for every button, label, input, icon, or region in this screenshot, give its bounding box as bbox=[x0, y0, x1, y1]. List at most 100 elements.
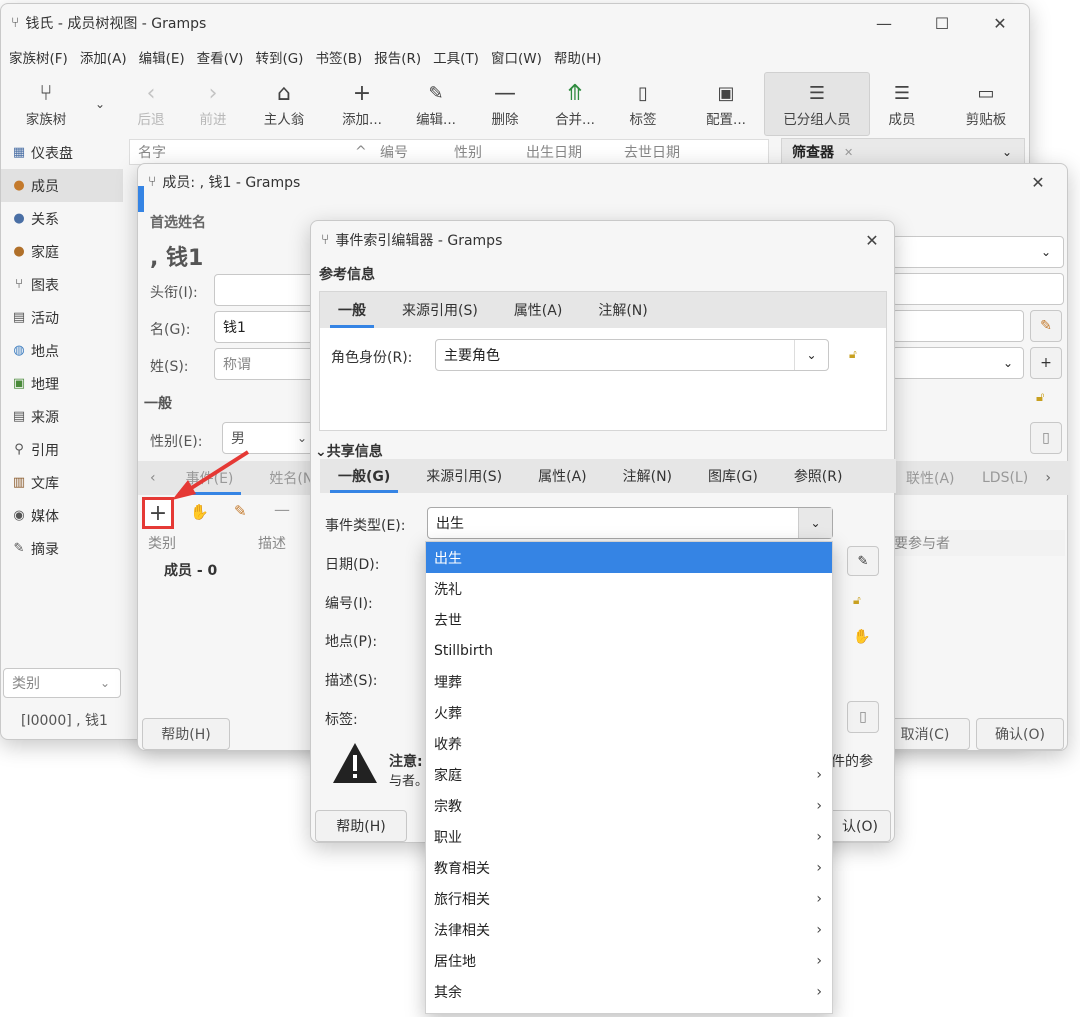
date-editor-button[interactable]: ✎ bbox=[847, 546, 879, 576]
clipboard-button[interactable]: ▭ 剪贴板 bbox=[953, 72, 1019, 136]
privacy-lock-icon[interactable]: 🔓︎ bbox=[849, 347, 857, 362]
column-gender[interactable]: 性别 bbox=[454, 142, 482, 162]
select-place-icon[interactable]: ✋ bbox=[853, 629, 870, 645]
remove-event-icon[interactable]: — bbox=[274, 500, 290, 519]
close-icon[interactable]: ✕ bbox=[1009, 164, 1067, 200]
menu-edit[interactable]: 编辑(E) bbox=[139, 47, 185, 67]
tab-ref-notes[interactable]: 注解(N) bbox=[580, 292, 665, 328]
event-type-combo[interactable]: 出生 ⌄ bbox=[427, 507, 833, 539]
column-death[interactable]: 去世日期 bbox=[624, 142, 680, 162]
tab-ref-attributes[interactable]: 属性(A) bbox=[496, 292, 581, 328]
sidebar-item-charts[interactable]: ⑂ 图表 bbox=[1, 268, 123, 301]
tab-ref-citations[interactable]: 来源引用(S) bbox=[384, 292, 496, 328]
grouped-people-view-button[interactable]: ☰ 已分组人员 bbox=[764, 72, 870, 136]
nickname-input[interactable] bbox=[892, 273, 1064, 305]
dropdown-submenu-item[interactable]: 旅行相关 › bbox=[426, 883, 832, 914]
close-icon[interactable]: ✕ bbox=[850, 221, 894, 259]
origin-select[interactable]: ⌄ bbox=[892, 347, 1024, 379]
sidebar-item-media[interactable]: ◉ 媒体 bbox=[1, 499, 123, 532]
column-type[interactable]: 类别 bbox=[148, 533, 176, 553]
chevron-down-icon[interactable]: ⌄ bbox=[1002, 145, 1012, 159]
privacy-lock-icon[interactable]: 🔓︎ bbox=[853, 593, 861, 608]
menu-family-tree[interactable]: 家族树(F) bbox=[9, 47, 68, 67]
filter-sidebar-tab[interactable]: 筛查器 ✕ ⌄ bbox=[781, 138, 1025, 166]
ok-button[interactable]: 确认(O) bbox=[976, 718, 1064, 750]
menu-help[interactable]: 帮助(H) bbox=[554, 47, 602, 67]
surname-input[interactable]: 称谓 bbox=[214, 348, 314, 380]
sidebar-item-repositories[interactable]: ▥ 文库 bbox=[1, 466, 123, 499]
menu-view[interactable]: 查看(V) bbox=[197, 47, 244, 67]
dropdown-item[interactable]: 火葬 bbox=[426, 697, 832, 728]
menu-windows[interactable]: 窗口(W) bbox=[491, 47, 542, 67]
people-view-button[interactable]: ☰ 成员 bbox=[875, 72, 929, 136]
sidebar-item-sources[interactable]: ▤ 来源 bbox=[1, 400, 123, 433]
tab-shared-notes[interactable]: 注解(N) bbox=[605, 459, 690, 493]
add-person-button[interactable]: + 添加... bbox=[331, 72, 393, 136]
back-button[interactable]: ‹ 后退 bbox=[125, 72, 177, 136]
tree-dropdown-button[interactable]: ⌄ bbox=[89, 72, 111, 136]
tag-edit-button[interactable]: ▯ bbox=[847, 701, 879, 733]
maximize-icon[interactable]: ☐ bbox=[913, 4, 971, 42]
tabs-scroll-right-icon[interactable]: › bbox=[1027, 461, 1069, 495]
sidebar-item-places[interactable]: ◍ 地点 bbox=[1, 334, 123, 367]
tag-button[interactable]: ▯ 标签 bbox=[617, 72, 669, 136]
tag-button[interactable]: ▯ bbox=[1030, 422, 1062, 454]
tab-shared-gallery[interactable]: 图库(G) bbox=[690, 459, 776, 493]
menu-bookmarks[interactable]: 书签(B) bbox=[315, 47, 362, 67]
sidebar-item-people[interactable]: ● 成员 bbox=[1, 169, 123, 202]
close-icon[interactable]: ✕ bbox=[971, 4, 1029, 42]
edit-person-button[interactable]: ✎ 编辑... bbox=[405, 72, 467, 136]
dropdown-submenu-item[interactable]: 居住地 › bbox=[426, 945, 832, 976]
column-name[interactable]: 名字 bbox=[138, 142, 166, 162]
privacy-lock-icon[interactable]: 🔓︎ bbox=[1036, 390, 1044, 405]
event-help-button[interactable]: 帮助(H) bbox=[315, 810, 407, 842]
chevron-down-icon[interactable]: ⌄ bbox=[798, 508, 832, 538]
menu-tools[interactable]: 工具(T) bbox=[433, 47, 479, 67]
tab-shared-general[interactable]: 一般(G) bbox=[320, 459, 408, 493]
tab-ref-general[interactable]: 一般 bbox=[320, 292, 384, 328]
tab-shared-citations[interactable]: 来源引用(S) bbox=[408, 459, 520, 493]
sidebar-item-dashboard[interactable]: ▦ 仪表盘 bbox=[1, 136, 123, 169]
menu-add[interactable]: 添加(A) bbox=[80, 47, 127, 67]
menu-go[interactable]: 转到(G) bbox=[255, 47, 303, 67]
dropdown-submenu-item[interactable]: 法律相关 › bbox=[426, 914, 832, 945]
shared-info-heading[interactable]: ⌄共享信息 bbox=[315, 441, 383, 461]
tab-associations[interactable]: 联性(A) bbox=[888, 461, 973, 495]
sidebar-item-geography[interactable]: ▣ 地理 bbox=[1, 367, 123, 400]
sidebar-item-events[interactable]: ▤ 活动 bbox=[1, 301, 123, 334]
dropdown-item[interactable]: 埋葬 bbox=[426, 666, 832, 697]
sidebar-item-relationships[interactable]: ● 关系 bbox=[1, 202, 123, 235]
edit-event-icon[interactable]: ✎ bbox=[234, 502, 247, 520]
dropdown-item[interactable]: 收养 bbox=[426, 728, 832, 759]
column-birth[interactable]: 出生日期 bbox=[526, 142, 582, 162]
dropdown-submenu-item[interactable]: 教育相关 › bbox=[426, 852, 832, 883]
dropdown-submenu-item[interactable]: 宗教 › bbox=[426, 790, 832, 821]
configure-button[interactable]: ▣ 配置... bbox=[695, 72, 757, 136]
dropdown-item[interactable]: 洗礼 bbox=[426, 573, 832, 604]
family-tree-button[interactable]: ⑂ 家族树 bbox=[15, 72, 77, 136]
sidebar-item-families[interactable]: ● 家庭 bbox=[1, 235, 123, 268]
dropdown-item[interactable]: 出生 bbox=[426, 542, 832, 573]
add-surname-button[interactable]: + bbox=[1030, 347, 1062, 379]
category-select[interactable]: 类别 ⌄ bbox=[3, 668, 121, 698]
dropdown-submenu-item[interactable]: 职业 › bbox=[426, 821, 832, 852]
tab-shared-attributes[interactable]: 属性(A) bbox=[520, 459, 605, 493]
role-select[interactable]: 主要角色 ⌄ bbox=[435, 339, 829, 371]
close-tab-icon[interactable]: ✕ bbox=[844, 146, 853, 159]
sidebar-item-citations[interactable]: ⚲ 引用 bbox=[1, 433, 123, 466]
sidebar-item-notes[interactable]: ✎ 摘录 bbox=[1, 532, 123, 565]
given-name-input[interactable]: 钱1 bbox=[214, 311, 314, 343]
tab-shared-references[interactable]: 参照(R) bbox=[776, 459, 861, 493]
column-description[interactable]: 描述 bbox=[258, 533, 286, 553]
column-id[interactable]: 编号 bbox=[380, 142, 408, 162]
call-name-input[interactable] bbox=[892, 310, 1024, 342]
menu-reports[interactable]: 报告(R) bbox=[374, 47, 421, 67]
home-button[interactable]: ⌂ 主人翁 bbox=[253, 72, 315, 136]
name-type-select[interactable]: ⌄ bbox=[892, 236, 1064, 268]
merge-button[interactable]: ⤊ 合并... bbox=[545, 72, 605, 136]
minimize-icon[interactable]: — bbox=[855, 4, 913, 42]
event-ok-button[interactable]: 认(O) bbox=[823, 810, 891, 842]
tabs-scroll-left-icon[interactable]: ‹ bbox=[138, 461, 168, 495]
dropdown-submenu-item[interactable]: 其余 › bbox=[426, 976, 832, 1007]
help-button[interactable]: 帮助(H) bbox=[142, 718, 230, 750]
